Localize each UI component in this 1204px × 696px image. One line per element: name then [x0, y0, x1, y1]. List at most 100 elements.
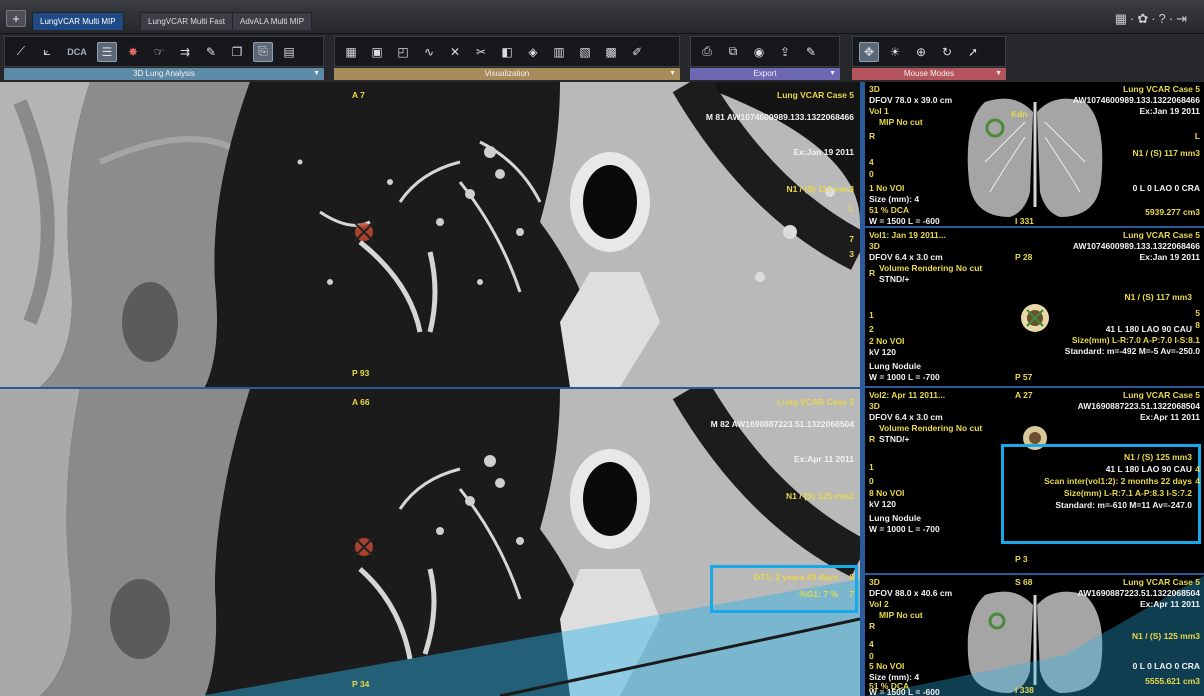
- pointer-table-icon[interactable]: ☞: [149, 42, 169, 62]
- anatomy-orientation-label: A 7: [352, 90, 365, 100]
- render-mode-label: MIP No cut: [879, 117, 923, 127]
- rotate-icon[interactable]: ↻: [937, 42, 957, 62]
- cross-icon[interactable]: ✕: [445, 42, 465, 62]
- window-level-label: W = 1000 L = -700: [869, 372, 940, 382]
- batch-icon[interactable]: ▩: [601, 42, 621, 62]
- toolgroup-label-text: Export: [753, 69, 777, 78]
- viewport-vr-vol1[interactable]: Vol1: Jan 19 2011... 3D DFOV 6.4 x 3.0 c…: [864, 228, 1204, 386]
- viewport-vr-vol2[interactable]: Vol2: Apr 11 2011... 3D DFOV 6.4 x 3.0 c…: [864, 388, 1204, 573]
- toolgroup-visualization: ▦ ▣ ◰ ∿ ✕ ✂ ◧ ◈ ▥ ▧ ▩ ✐ Visualization ▼: [334, 36, 680, 80]
- kv-label: kV 120: [869, 499, 896, 509]
- side-marker-r: R: [869, 268, 876, 278]
- edge-marker-0: 0: [869, 169, 874, 179]
- toolbar: ⟋ ⟀ DCA ☰ ✸ ☞ ⇉ ✎ ❐ ⎘ ▤ 3D Lung Analysis…: [0, 34, 1204, 82]
- nodule-list-icon[interactable]: ☰: [97, 41, 117, 62]
- export-icon[interactable]: ⇪: [775, 42, 795, 62]
- viewport-axial-vol2[interactable]: A 66 Lung VCAR Case 5 M 82 AW1690887223.…: [0, 389, 860, 696]
- cut-icon[interactable]: ✂: [471, 42, 491, 62]
- volume-date-label: Vol2: Apr 11 2011...: [869, 390, 946, 400]
- series-id-label: M 81 AW1074600989.133.1322068466: [705, 112, 854, 122]
- case-name-label: Lung VCAR Case 5: [1123, 577, 1200, 587]
- brush-icon[interactable]: ✐: [627, 42, 647, 62]
- growth-percent-label: %G1: 7 %: [799, 589, 838, 599]
- edge-marker-0: 0: [869, 476, 874, 486]
- edge-marker-2: 2: [869, 324, 874, 334]
- vr-icon[interactable]: ▣: [367, 42, 387, 62]
- toolgroup-label: Export ▼: [690, 68, 840, 80]
- view-type-label: 3D: [869, 241, 880, 251]
- voi-label: 1 No VOI: [869, 183, 905, 193]
- exam-date-label: Ex:Apr 11 2011: [1139, 412, 1200, 422]
- exam-date-label: Ex:Jan 19 2011: [1139, 252, 1201, 262]
- window-icon[interactable]: ❐: [227, 42, 247, 62]
- vol1-tag-label: Kdn: [1011, 109, 1028, 119]
- edge-marker-5: 5: [1195, 308, 1200, 318]
- main-side-divider[interactable]: [860, 82, 864, 696]
- density-stats-label: Standard: m=-610 M=11 Av=-247.0: [1055, 500, 1192, 510]
- book-icon[interactable]: ▥: [549, 42, 569, 62]
- title-bar: + LungVCAR Multi MIP LungVCAR Multi Fast…: [0, 0, 1204, 34]
- exam-date-label: Ex:Jan 19 2011: [793, 147, 855, 157]
- toolgroup-label-text: 3D Lung Analysis: [133, 69, 195, 78]
- main-viewport-divider: [0, 387, 860, 389]
- tab-advala-multi-mip[interactable]: AdvALA Multi MIP: [232, 12, 313, 30]
- exam-date-label: Ex:Apr 11 2011: [1139, 599, 1200, 609]
- side-marker-l: L: [1194, 131, 1200, 141]
- segment-icon[interactable]: ✸: [123, 42, 143, 62]
- viewport-mip-vol1[interactable]: 3D DFOV 78.0 x 39.0 cm Vol 1 MIP No cut …: [864, 82, 1204, 226]
- dfov-label: DFOV 78.0 x 39.0 cm: [869, 95, 953, 105]
- window-controls[interactable]: ▦·✿·?·⇥: [1115, 11, 1190, 27]
- kernel-label: STND/+: [879, 434, 910, 444]
- toolgroup-label: Mouse Modes ▼: [852, 68, 1006, 80]
- lung-volume-label: 5939.277 cm3: [1145, 207, 1200, 217]
- edge-marker-1: 1: [869, 310, 874, 320]
- measure-icon[interactable]: ⟋: [11, 42, 31, 62]
- tab-lungvcar-multi-mip[interactable]: LungVCAR Multi MIP: [32, 12, 124, 30]
- viewport-axial-vol1[interactable]: A 7 Lung VCAR Case 5 M 81 AW1074600989.1…: [0, 82, 860, 387]
- edge-marker-6: 6: [849, 572, 854, 582]
- screen-icon[interactable]: ◰: [393, 42, 413, 62]
- brightness-icon[interactable]: ☀: [885, 42, 905, 62]
- size-measure-label: Size(mm) L-R:7.0 A-P:7.0 I-S:8.1: [1071, 335, 1200, 345]
- layout-icon[interactable]: ▦: [341, 42, 361, 62]
- size-measure-label: Size(mm) L-R:7.1 A-P:8.3 I-S:7.2: [1063, 488, 1192, 498]
- compare-icon[interactable]: ⇉: [175, 42, 195, 62]
- edge-marker-4: 4: [869, 639, 874, 649]
- dropdown-icon[interactable]: ▼: [829, 68, 836, 80]
- tab-lungvcar-multi-fast[interactable]: LungVCAR Multi Fast: [140, 12, 233, 30]
- case-name-label: Lung VCAR Case 5: [1123, 230, 1200, 240]
- nodule-volume-label: N1 / (S) 117 mm3: [1132, 148, 1200, 158]
- camera-icon[interactable]: ◉: [749, 42, 769, 62]
- orientation-angles-label: 41 L 180 LAO 90 CAU: [1105, 464, 1192, 474]
- curve-icon[interactable]: ∿: [419, 42, 439, 62]
- zoom-icon[interactable]: ⊕: [911, 42, 931, 62]
- pan-icon[interactable]: ✥: [859, 41, 879, 62]
- copy-icon[interactable]: ⧉: [723, 42, 743, 62]
- position-label: P 28: [1015, 252, 1033, 262]
- dca-button[interactable]: DCA: [63, 42, 91, 62]
- orientation-angles-label: 0 L 0 LAO 0 CRA: [1132, 661, 1200, 671]
- add-tab-button[interactable]: +: [6, 10, 26, 27]
- dropdown-icon[interactable]: ▼: [313, 68, 320, 80]
- notes-icon[interactable]: ▤: [279, 42, 299, 62]
- film-icon[interactable]: ▧: [575, 42, 595, 62]
- dropdown-icon[interactable]: ▼: [995, 68, 1002, 80]
- position-label: I 331: [1015, 216, 1034, 226]
- window-level-label: W = 1500 L = -600: [869, 687, 940, 696]
- window-level-label: W = 1500 L = -600: [869, 216, 940, 226]
- dropdown-icon[interactable]: ▼: [669, 68, 676, 80]
- edit-icon[interactable]: ✎: [201, 42, 221, 62]
- exam-date-label: Ex:Jan 19 2011: [1139, 106, 1201, 116]
- edge-marker-7: 7: [849, 234, 854, 244]
- caliper-icon[interactable]: ⟀: [37, 42, 57, 62]
- orientation-angles-label: 41 L 180 LAO 90 CAU: [1105, 324, 1192, 334]
- nodule-volume-label: N1 / (S) 125 mm3: [785, 491, 854, 501]
- report-icon[interactable]: ⎘: [253, 41, 273, 62]
- viewport-mip-vol2[interactable]: 3D DFOV 88.0 x 40.6 cm Vol 2 MIP No cut …: [864, 575, 1204, 696]
- pointer-icon[interactable]: ➚: [963, 42, 983, 62]
- tools-icon[interactable]: ✎: [801, 42, 821, 62]
- volume-icon[interactable]: ◧: [497, 42, 517, 62]
- cube-icon[interactable]: ◈: [523, 42, 543, 62]
- print-icon[interactable]: ⎙: [697, 42, 717, 62]
- window-level-label: W = 1000 L = -700: [869, 524, 940, 534]
